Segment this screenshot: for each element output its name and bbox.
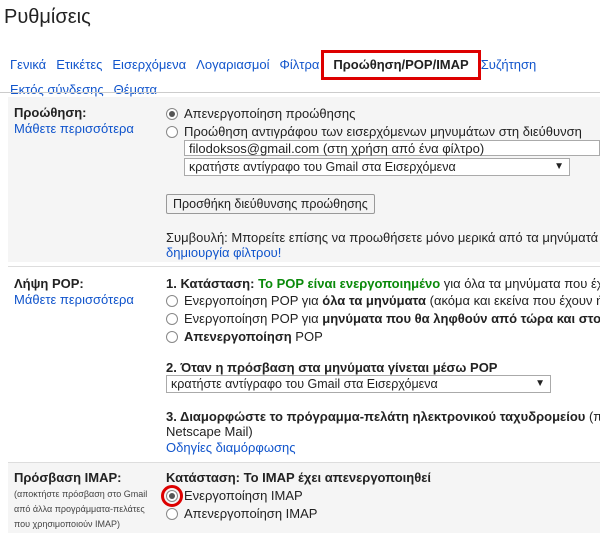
- pop-enable-all-radio[interactable]: [166, 295, 178, 307]
- forwarding-disable-radio[interactable]: [166, 108, 178, 120]
- imap-status: Κατάσταση: Το IMAP έχει απενεργοποιηθεί: [166, 470, 432, 485]
- pop-action-value: κρατήστε αντίγραφο του Gmail στα Εισερχό…: [171, 377, 438, 391]
- forwarding-tip-text: Συμβουλή: Μπορείτε επίσης να προωθήσετε …: [166, 230, 600, 245]
- forwarding-forward-row: Προώθηση αντιγράφου των εισερχόμενων μην…: [166, 124, 582, 139]
- imap-enable-radio[interactable]: [161, 485, 183, 507]
- forwarding-label: Προώθηση:: [14, 105, 87, 120]
- pop-status-prefix: 1. Κατάσταση:: [166, 276, 259, 291]
- pop-disable-label: POP: [291, 329, 323, 344]
- imap-disable-radio[interactable]: [166, 508, 178, 520]
- pop-step3-suffix: (π.: [588, 409, 600, 424]
- pop-enable-all-bold: όλα τα μηνύματα: [322, 293, 426, 308]
- tab-forwarding-pop-imap[interactable]: Προώθηση/POP/IMAP: [321, 50, 481, 80]
- tab-accounts[interactable]: Λογαριασμοί: [196, 55, 269, 75]
- pop-learn-more-link[interactable]: Μάθετε περισσότερα: [14, 292, 134, 307]
- pop-disable-row: Απενεργοποίηση POP: [166, 329, 323, 344]
- pop-status-suffix: για όλα τα μηνύματα που έχ: [440, 276, 600, 291]
- pop-enable-now-radio[interactable]: [166, 313, 178, 325]
- tab-chat[interactable]: Συζήτηση: [481, 55, 537, 75]
- pop-status: 1. Κατάσταση: Το POP είναι ενεργοποιημέν…: [166, 276, 600, 291]
- pop-label: Λήψη POP:: [14, 276, 84, 291]
- pop-enable-all-row: Ενεργοποίηση POP για όλα τα μηνύματα (ακ…: [166, 293, 600, 308]
- forwarding-address-field[interactable]: filodoksos@gmail.com (στη χρήση από ένα …: [184, 140, 600, 156]
- section-divider: [8, 266, 600, 267]
- imap-note: (αποκτήστε πρόσβαση στο Gmail από άλλα π…: [14, 489, 148, 529]
- tab-filters[interactable]: Φίλτρα: [280, 55, 320, 75]
- add-forwarding-address-button[interactable]: Προσθήκη διεύθυνσης προώθησης: [166, 194, 375, 214]
- pop-enable-now-bold: μηνύματα που θα ληφθούν από τώρα και στο: [322, 311, 600, 326]
- pop-step3-heading: 3. Διαμορφώστε το πρόγραμμα-πελάτη ηλεκτ…: [166, 409, 586, 424]
- pop-enable-now-label: Ενεργοποίηση POP για: [184, 311, 323, 326]
- dropdown-arrow-icon: ▼: [535, 378, 545, 389]
- pop-enable-now-row: Ενεργοποίηση POP για μηνύματα που θα ληφ…: [166, 311, 600, 326]
- tabs-divider: [0, 92, 600, 93]
- page-title: Ρυθμίσεις: [4, 6, 91, 28]
- config-instructions-link[interactable]: Οδηγίες διαμόρφωσης: [166, 440, 296, 455]
- pop-enable-all-note: (ακόμα και εκείνα που έχουν ή: [426, 293, 600, 308]
- pop-step2-heading: 2. Όταν η πρόσβαση στα μηνύματα γίνεται …: [166, 360, 498, 375]
- pop-disable-bold: Απενεργοποίηση: [184, 329, 292, 344]
- forwarding-forward-radio[interactable]: [166, 126, 178, 138]
- forwarding-action-value: κρατήστε αντίγραφο του Gmail στα Εισερχό…: [189, 160, 456, 174]
- imap-disable-row: Απενεργοποίηση IMAP: [166, 506, 317, 521]
- forwarding-disable-label: Απενεργοποίηση προώθησης: [184, 106, 356, 121]
- create-filter-link[interactable]: δημιουργία φίλτρου!: [166, 245, 281, 260]
- forwarding-disable-row: Απενεργοποίηση προώθησης: [166, 106, 355, 121]
- tab-labels[interactable]: Ετικέτες: [56, 55, 102, 75]
- forwarding-action-select[interactable]: κρατήστε αντίγραφο του Gmail στα Εισερχό…: [184, 158, 570, 176]
- pop-disable-radio[interactable]: [166, 331, 178, 343]
- pop-step3-clients: Netscape Mail): [166, 424, 253, 439]
- tab-inbox[interactable]: Εισερχόμενα: [112, 55, 186, 75]
- forwarding-learn-more-link[interactable]: Μάθετε περισσότερα: [14, 121, 134, 136]
- pop-step3: 3. Διαμορφώστε το πρόγραμμα-πελάτη ηλεκτ…: [166, 409, 600, 424]
- imap-enable-label: Ενεργοποίηση IMAP: [184, 488, 303, 503]
- imap-disable-label: Απενεργοποίηση IMAP: [184, 506, 318, 521]
- forwarding-forward-label: Προώθηση αντιγράφου των εισερχόμενων μην…: [184, 124, 582, 139]
- pop-action-select[interactable]: κρατήστε αντίγραφο του Gmail στα Εισερχό…: [166, 375, 551, 393]
- dropdown-arrow-icon: ▼: [554, 161, 564, 172]
- imap-label: Πρόσβαση IMAP:: [14, 470, 122, 485]
- tab-general[interactable]: Γενικά: [10, 55, 46, 75]
- imap-enable-row: Ενεργοποίηση IMAP: [161, 485, 303, 507]
- pop-status-value: Το POP είναι ενεργοποιημένο: [258, 276, 441, 291]
- pop-enable-all-label: Ενεργοποίηση POP για: [184, 293, 323, 308]
